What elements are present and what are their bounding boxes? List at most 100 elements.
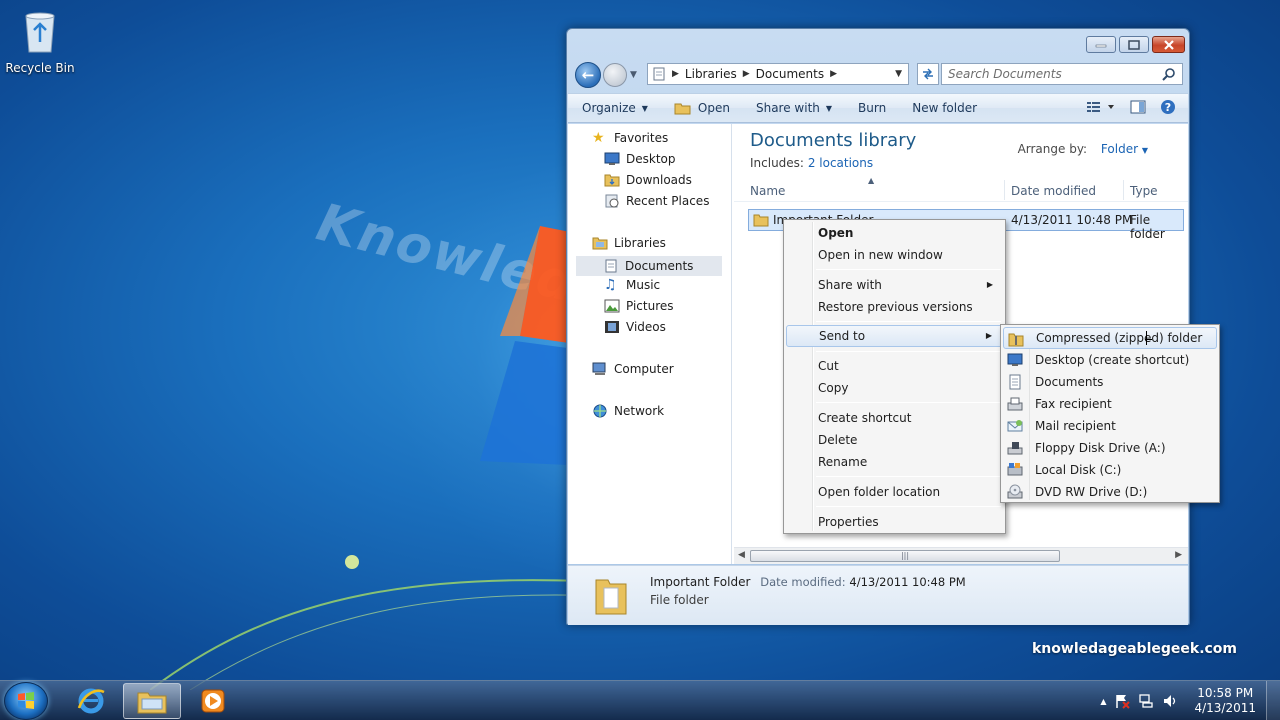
clock-date: 4/13/2011 — [1194, 701, 1256, 715]
breadcrumb-separator[interactable]: ▶ — [672, 69, 679, 79]
burn-button[interactable]: Burn — [858, 101, 886, 115]
menu-separator — [816, 321, 1001, 322]
show-hidden-icons-button[interactable]: ▲ — [1100, 697, 1106, 706]
address-history-dropdown[interactable]: ▼ — [895, 69, 902, 79]
view-options-icon[interactable] — [1086, 100, 1116, 114]
column-divider[interactable] — [1123, 180, 1124, 200]
menu-copy[interactable]: Copy — [786, 377, 1003, 399]
menu-open-folder-location[interactable]: Open folder location — [786, 481, 1003, 503]
nav-pictures[interactable]: Pictures — [604, 299, 674, 313]
dvd-drive-icon — [1007, 484, 1023, 499]
address-bar[interactable]: ▶ Libraries ▶ Documents ▶ ▼ — [647, 63, 909, 85]
volume-icon[interactable] — [1162, 693, 1178, 709]
column-type[interactable]: Type — [1130, 184, 1158, 198]
recycle-bin[interactable]: Recycle Bin — [4, 8, 76, 75]
send-to-desktop[interactable]: Desktop (create shortcut) — [1003, 349, 1217, 371]
chevron-down-icon: ▼ — [641, 103, 648, 113]
menu-properties[interactable]: Properties — [786, 511, 1003, 533]
internet-explorer-icon — [77, 688, 105, 714]
organize-menu[interactable]: Organize ▼ — [582, 101, 648, 115]
horizontal-scrollbar[interactable]: ◀ ||| ▶ — [734, 547, 1188, 564]
library-locations-link[interactable]: 2 locations — [808, 156, 873, 170]
column-name[interactable]: Name — [750, 184, 785, 198]
open-label: Open — [697, 101, 730, 115]
nav-music[interactable]: ♫ Music — [604, 278, 660, 292]
help-icon[interactable]: ? — [1160, 99, 1176, 115]
scroll-left-arrow[interactable]: ◀ — [738, 550, 745, 560]
recent-places-icon — [605, 194, 619, 208]
menu-delete[interactable]: Delete — [786, 429, 1003, 451]
close-button[interactable] — [1152, 36, 1185, 53]
start-button[interactable] — [4, 682, 48, 720]
arrange-by-dropdown[interactable]: Folder ▼ — [1101, 142, 1148, 156]
send-to-floppy[interactable]: Floppy Disk Drive (A:) — [1003, 437, 1217, 459]
taskbar-media-player[interactable] — [184, 683, 242, 719]
nav-network[interactable]: Network — [592, 404, 664, 418]
library-icon — [653, 67, 665, 81]
scroll-right-arrow[interactable]: ▶ — [1175, 550, 1182, 560]
send-to-documents[interactable]: Documents — [1003, 371, 1217, 393]
taskbar-internet-explorer[interactable] — [62, 683, 120, 719]
nav-computer[interactable]: Computer — [592, 362, 674, 376]
details-pane: Important Folder Date modified: 4/13/201… — [568, 565, 1188, 625]
breadcrumb-documents[interactable]: Documents — [756, 67, 824, 81]
send-to-dvd[interactable]: DVD RW Drive (D:) — [1003, 481, 1217, 503]
scrollbar-thumb[interactable]: ||| — [750, 550, 1060, 562]
send-to-local-disk[interactable]: Local Disk (C:) — [1003, 459, 1217, 481]
back-button[interactable]: ← — [575, 62, 601, 88]
send-to-compressed-folder[interactable]: Compressed (zipped) folder — [1003, 327, 1217, 349]
recent-pages-dropdown[interactable]: ▼ — [630, 70, 637, 80]
nav-downloads[interactable]: Downloads — [604, 173, 692, 187]
breadcrumb-separator[interactable]: ▶ — [743, 69, 750, 79]
show-desktop-button[interactable] — [1266, 681, 1280, 720]
system-clock[interactable]: 10:58 PM 4/13/2011 — [1194, 686, 1256, 716]
forward-button[interactable] — [603, 63, 627, 87]
menu-open-new-window[interactable]: Open in new window — [786, 244, 1003, 266]
open-folder-icon — [674, 103, 691, 115]
caption-buttons — [1086, 36, 1185, 53]
details-name: Important Folder Date modified: 4/13/201… — [650, 575, 966, 589]
command-bar: Organize ▼ Open Share with ▼ Burn New fo… — [568, 93, 1188, 123]
library-includes: Includes: 2 locations — [750, 156, 874, 170]
menu-create-shortcut[interactable]: Create shortcut — [786, 407, 1003, 429]
maximize-button[interactable] — [1119, 36, 1149, 53]
menu-share-with[interactable]: Share with ▶ — [786, 274, 1003, 296]
burn-label: Burn — [858, 101, 887, 115]
new-folder-button[interactable]: New folder — [912, 101, 977, 115]
open-button[interactable]: Open — [674, 101, 730, 115]
network-status-icon[interactable] — [1138, 693, 1154, 709]
nav-recent-places[interactable]: Recent Places — [604, 194, 709, 208]
send-to-mail[interactable]: Mail recipient — [1003, 415, 1217, 437]
file-date: 4/13/2011 10:48 PM — [1011, 213, 1133, 227]
nav-videos[interactable]: Videos — [604, 320, 666, 334]
menu-send-to[interactable]: Send to ▶ — [786, 325, 1003, 347]
notification-area: ▲ 10:58 PM 4/13/2011 — [1100, 681, 1280, 720]
breadcrumb-separator[interactable]: ▶ — [830, 69, 837, 79]
taskbar-windows-explorer[interactable] — [123, 683, 181, 719]
menu-separator — [816, 476, 1001, 477]
recycle-bin-icon — [25, 12, 55, 53]
breadcrumb-libraries[interactable]: Libraries — [685, 67, 737, 81]
menu-cut[interactable]: Cut — [786, 355, 1003, 377]
preview-pane-icon[interactable] — [1130, 100, 1146, 114]
column-date-modified[interactable]: Date modified — [1011, 184, 1096, 198]
mouse-cursor-icon — [1145, 331, 1152, 345]
menu-restore-previous[interactable]: Restore previous versions — [786, 296, 1003, 318]
menu-rename[interactable]: Rename — [786, 451, 1003, 473]
share-with-menu[interactable]: Share with ▼ — [756, 101, 832, 115]
minimize-button[interactable] — [1086, 36, 1116, 53]
send-to-fax[interactable]: Fax recipient — [1003, 393, 1217, 415]
details-type: File folder — [650, 593, 709, 607]
search-input[interactable]: Search Documents — [941, 63, 1183, 85]
nav-desktop[interactable]: Desktop — [604, 152, 676, 166]
navigation-pane: ★ Favorites Desktop Downloads Recent Pla… — [568, 124, 732, 564]
search-icon — [1162, 68, 1175, 81]
action-center-flag-icon[interactable] — [1114, 693, 1131, 709]
refresh-button[interactable] — [917, 63, 939, 85]
nav-favorites[interactable]: ★ Favorites — [592, 131, 668, 145]
submenu-arrow-icon: ▶ — [985, 331, 992, 340]
nav-documents[interactable]: Documents — [576, 256, 722, 276]
column-divider[interactable] — [1004, 180, 1005, 200]
menu-open[interactable]: Open — [786, 222, 1003, 244]
nav-libraries[interactable]: Libraries — [592, 236, 666, 250]
